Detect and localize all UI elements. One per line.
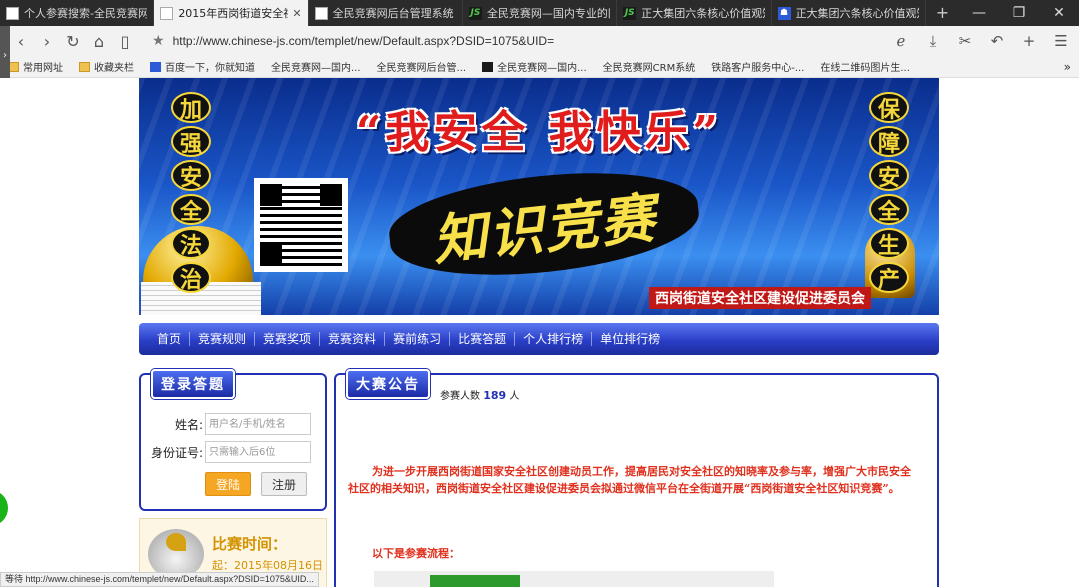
header-banner: 加 强 安 全 法 治 保 障 安 全 生 产 “我安全 我快乐” 知识竞赛 西… — [139, 78, 939, 315]
announcement-title: 大赛公告 — [346, 369, 430, 399]
browser-tab[interactable]: ☗ 正大集团六条核心价值观知识 — [772, 0, 926, 26]
bookmark-label: 全民竞赛网—国内... — [497, 63, 587, 74]
close-tab-icon[interactable]: ✕ — [292, 7, 301, 20]
new-tab-icon[interactable]: + — [926, 0, 959, 26]
bookmark-item[interactable]: 在线二维码图片生... — [115, 59, 910, 168]
menu-item-awards[interactable]: 竞赛奖项 — [255, 332, 321, 346]
browser-tab[interactable]: 个人参赛搜索-全民竞赛网 — [0, 0, 155, 26]
menu-item-answer[interactable]: 比赛答题 — [450, 332, 516, 346]
browser-tab[interactable]: JS 全民竞赛网—国内专业的网络 — [463, 0, 618, 26]
menu-icon[interactable]: ☰ — [1047, 32, 1075, 50]
browser-mode-icon[interactable]: ℯ — [887, 32, 915, 50]
bookmark-item[interactable]: 百度一下，你就知道 — [150, 59, 255, 74]
id-number-label: 身份证号: — [150, 445, 203, 460]
announcement-panel: 大赛公告 参赛人数 189 人 为进一步开展西岗街道国家安全社区创建动员工作，提… — [334, 369, 939, 587]
sidebar-toggle-icon[interactable]: › — [0, 26, 10, 84]
browser-tab-active[interactable]: 2015年西岗街道安全社区知 ✕ — [154, 0, 309, 26]
menu-item-personal-ranking[interactable]: 个人排行榜 — [515, 332, 593, 346]
reading-view-icon[interactable]: ▯ — [112, 32, 138, 51]
page-icon — [6, 6, 19, 20]
back-icon[interactable]: ‹ — [8, 32, 34, 51]
web-page: 加 强 安 全 法 治 保 障 安 全 生 产 “我安全 我快乐” 知识竞赛 西… — [0, 78, 1079, 587]
bookmark-item[interactable]: 全民竞赛网CRM系统 — [0, 59, 696, 144]
bookmark-label: 常用网址 — [23, 63, 63, 74]
main-menu: 首页 竞赛规则 竞赛奖项 竞赛资料 赛前练习 比赛答题 个人排行榜 单位排行榜 — [139, 323, 939, 355]
register-button[interactable]: 注册 — [261, 472, 307, 496]
menu-item-unit-ranking[interactable]: 单位排行榜 — [592, 332, 668, 346]
left-vertical-slogan: 加 强 安 全 法 治 — [171, 92, 217, 293]
banner-slogan: “我安全 我快乐” — [356, 107, 722, 158]
participation-steps-heading: 以下是参赛流程： — [372, 547, 460, 560]
bookmark-label: 百度一下，你就知道 — [165, 63, 255, 74]
bookmark-label: 铁路客户服务中心-... — [711, 63, 805, 74]
qr-code-image — [254, 178, 348, 272]
organizer-name: 西岗街道安全社区建设促进委员会 — [649, 287, 871, 309]
tab-label: 全民竞赛网—国内专业的网络 — [486, 7, 610, 20]
address-bar[interactable]: http://www.chinese-js.com/templet/new/De… — [173, 34, 555, 48]
name-input[interactable] — [205, 413, 311, 435]
bookmark-item[interactable]: 常用网址 — [8, 59, 63, 74]
undo-icon[interactable]: ↶ — [983, 32, 1011, 50]
cut-icon[interactable]: ✂ — [951, 32, 979, 50]
home-icon[interactable]: ⌂ — [86, 32, 112, 51]
bookmark-item[interactable]: 全民竞赛网—国内... — [482, 59, 587, 74]
id-number-input[interactable] — [205, 441, 311, 463]
name-label: 姓名: — [174, 417, 203, 432]
menu-item-practice[interactable]: 赛前练习 — [385, 332, 451, 346]
bookmark-label: 全民竞赛网—国内... — [271, 63, 361, 74]
more-bookmarks-icon[interactable]: » — [1064, 60, 1079, 74]
browser-tab[interactable]: JS 正大集团六条核心价值观知识 — [617, 0, 772, 26]
js-site-icon: JS — [623, 6, 637, 20]
baidu-paw-icon — [150, 61, 161, 72]
page-icon — [314, 6, 328, 20]
js-site-icon — [482, 61, 494, 72]
bookmark-item[interactable]: 全民竞赛网—国内... — [0, 59, 361, 144]
login-panel: 登录答题 姓名: 身份证号: 登陆 注册 — [139, 369, 327, 511]
tab-label: 全民竞赛网后台管理系统 — [332, 7, 454, 20]
navigation-bar: ‹ › ↻ ⌂ ▯ ★ http://www.chinese-js.com/te… — [0, 26, 1079, 56]
tab-label: 正大集团六条核心价值观知识 — [795, 7, 919, 20]
bookmark-label: 在线二维码图片生... — [820, 63, 910, 74]
tab-label: 2015年西岗街道安全社区知 — [178, 7, 288, 20]
menu-item-rules[interactable]: 竞赛规则 — [190, 332, 256, 346]
contest-time-title: 比赛时间： — [212, 535, 288, 553]
bookmark-label: 全民竞赛网CRM系统 — [602, 63, 696, 74]
baidu-paw-icon: ☗ — [777, 6, 791, 20]
bookmark-label: 收藏夹栏 — [94, 63, 134, 74]
floating-widget-icon[interactable] — [0, 490, 8, 526]
download-icon[interactable]: ⤓ — [919, 32, 947, 50]
bookmark-item[interactable]: 收藏夹栏 — [79, 59, 134, 74]
login-title: 登录答题 — [151, 369, 235, 399]
menu-item-home[interactable]: 首页 — [149, 332, 191, 346]
announcement-text: 为进一步开展西岗街道国家安全社区创建动员工作，提高居民对安全社区的知晓率及参与率… — [348, 465, 911, 495]
contest-start-date: 起：2015年08月16日 — [212, 559, 323, 572]
restore-icon[interactable]: ❐ — [999, 0, 1039, 26]
favorite-star-icon[interactable]: ★ — [152, 33, 165, 49]
close-window-icon[interactable]: ✕ — [1039, 0, 1079, 26]
js-site-icon: JS — [468, 6, 482, 20]
page-icon — [160, 6, 174, 20]
login-button[interactable]: 登陆 — [205, 472, 251, 496]
tab-label: 正大集团六条核心价值观知识 — [641, 7, 764, 20]
tab-label: 个人参赛搜索-全民竞赛网 — [24, 7, 148, 20]
forward-icon[interactable]: › — [34, 32, 60, 51]
status-bar: 等待 http://www.chinese-js.com/templet/new… — [0, 572, 319, 587]
bookmark-label: 全民竞赛网后台管... — [376, 63, 467, 74]
bookmarks-bar: 常用网址 收藏夹栏 百度一下，你就知道 全民竞赛网—国内... 全民竞赛网后台管… — [0, 56, 1079, 168]
right-vertical-slogan: 保 障 安 全 生 产 — [869, 92, 915, 293]
folder-icon — [79, 61, 90, 72]
minimize-icon[interactable]: — — [959, 0, 999, 26]
participant-count-value: 189 — [483, 389, 507, 402]
bookmark-item[interactable]: 铁路客户服务中心-... — [0, 59, 805, 144]
browser-tab[interactable]: 全民竞赛网后台管理系统 — [309, 0, 463, 26]
new-tab-icon[interactable]: + — [1015, 32, 1043, 50]
tab-bar: 个人参赛搜索-全民竞赛网 2015年西岗街道安全社区知 ✕ 全民竞赛网后台管理系统… — [0, 0, 1079, 26]
bookmark-item[interactable]: 全民竞赛网后台管... — [0, 59, 467, 144]
steps-image — [374, 571, 774, 587]
refresh-icon[interactable]: ↻ — [60, 32, 86, 51]
participant-count: 参赛人数 189 人 — [440, 389, 520, 402]
menu-item-materials[interactable]: 竞赛资料 — [320, 332, 386, 346]
